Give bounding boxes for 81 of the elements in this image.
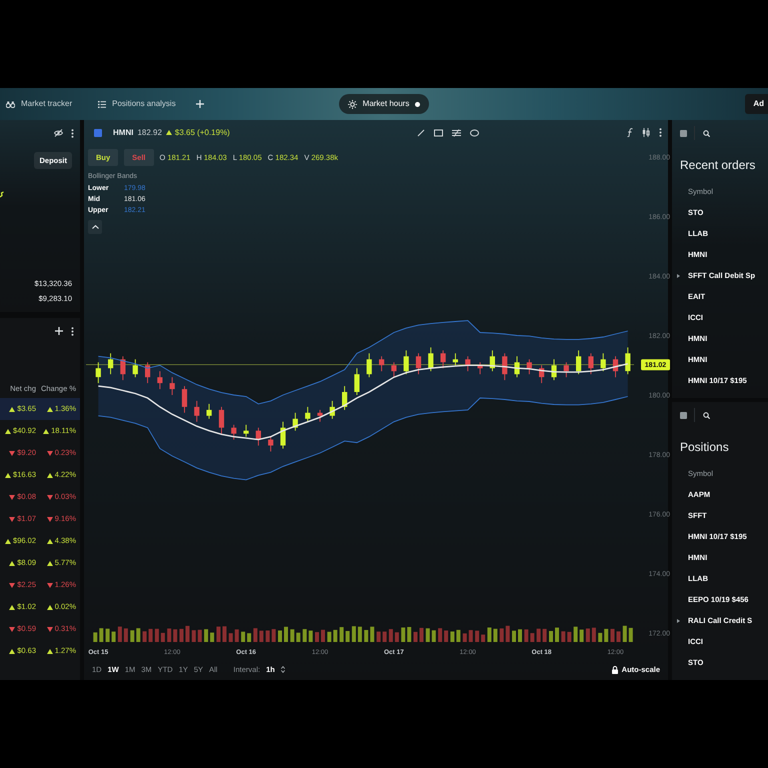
- square-icon[interactable]: [94, 128, 102, 136]
- tab[interactable]: Positions analysis: [92, 95, 182, 113]
- candle: [391, 362, 396, 378]
- candle: [145, 362, 150, 384]
- more-icon[interactable]: [71, 128, 74, 138]
- hide-icon[interactable]: [54, 129, 63, 137]
- sun-icon: [348, 100, 357, 108]
- candle: [440, 350, 446, 369]
- search-icon[interactable]: [702, 130, 710, 136]
- panel-icon[interactable]: [680, 130, 686, 136]
- sparkline-drawing: [0, 191, 4, 200]
- more-icon[interactable]: [71, 326, 74, 336]
- rectangle-tool-icon[interactable]: [434, 128, 444, 136]
- candle: [194, 400, 200, 422]
- header-button[interactable]: Ad: [745, 94, 768, 114]
- list-icon: [98, 100, 106, 108]
- candle: [218, 406, 224, 434]
- candle: [526, 358, 532, 375]
- function-icon[interactable]: [627, 128, 633, 137]
- plus-icon: [196, 100, 204, 108]
- candle: [280, 421, 286, 450]
- candle: [206, 403, 212, 420]
- candle: [564, 362, 569, 378]
- candle: [96, 362, 101, 384]
- candle: [120, 356, 126, 381]
- candle: [514, 356, 520, 378]
- chevron-up-icon: [92, 224, 98, 229]
- candle: [342, 386, 348, 410]
- search-icon[interactable]: [702, 412, 710, 418]
- lines-tool-icon[interactable]: [452, 128, 462, 136]
- candle: [576, 350, 582, 375]
- candle: [465, 356, 470, 372]
- candle: [416, 352, 422, 375]
- candle: [330, 400, 335, 420]
- collapse-button[interactable]: [88, 220, 102, 234]
- candle: [108, 352, 114, 375]
- panel-title: Positions: [679, 439, 730, 456]
- candle: [490, 350, 495, 372]
- price-change: $3.65 (+0.19%): [174, 126, 230, 138]
- candle: [625, 346, 630, 375]
- plus-icon[interactable]: [55, 327, 63, 335]
- candle: [428, 346, 434, 372]
- binoculars-icon: [6, 100, 15, 108]
- candle: [502, 352, 508, 381]
- symbol: HMNI: [113, 126, 134, 138]
- candle: [231, 424, 236, 440]
- candle: [170, 376, 175, 396]
- candle: [354, 368, 360, 396]
- candle: [588, 352, 594, 375]
- candle: [244, 424, 249, 438]
- lock-icon: [612, 666, 618, 674]
- candle: [404, 350, 409, 375]
- more-icon[interactable]: [659, 128, 662, 137]
- panel-title: Recent orders: [679, 157, 756, 174]
- candle: [478, 362, 483, 375]
- price: 182.92: [137, 126, 162, 138]
- candle: [132, 358, 138, 378]
- expand-caret-icon[interactable]: [676, 274, 680, 278]
- candles-icon[interactable]: [642, 128, 650, 137]
- candle: [539, 364, 544, 384]
- candle: [317, 409, 323, 422]
- ellipse-tool-icon[interactable]: [470, 128, 480, 136]
- market-hours-button[interactable]: Market hours: [338, 94, 430, 114]
- candle: [452, 352, 458, 366]
- updown-caret-icon: [280, 666, 285, 673]
- panel-icon[interactable]: [680, 412, 686, 418]
- candle: [600, 352, 606, 372]
- line-tool-icon[interactable]: [417, 128, 426, 136]
- candle: [551, 358, 557, 381]
- candle: [182, 386, 188, 414]
- candle: [292, 412, 298, 432]
- candle: [157, 370, 162, 390]
- tab[interactable]: Market tracker: [0, 95, 78, 113]
- candle: [612, 356, 618, 378]
- candle: [268, 436, 274, 452]
- candle: [305, 406, 310, 422]
- expand-caret-icon[interactable]: [676, 618, 680, 622]
- candle: [256, 427, 261, 446]
- candle: [379, 356, 384, 372]
- add-tab-button[interactable]: [196, 100, 204, 108]
- candle: [366, 352, 372, 378]
